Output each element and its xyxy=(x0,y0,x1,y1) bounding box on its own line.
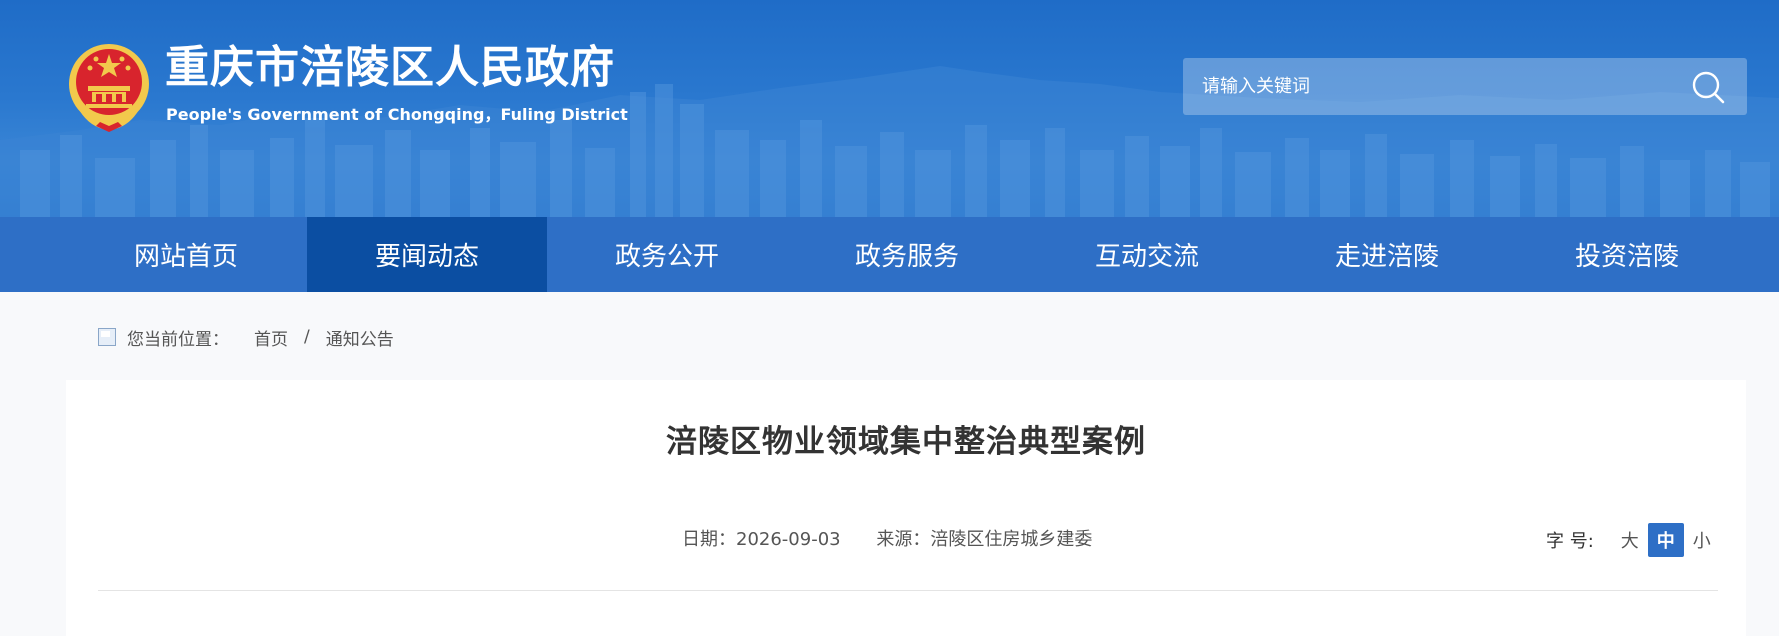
national-emblem-icon xyxy=(69,44,149,132)
font-size-switcher: 字 号: 大 中 小 xyxy=(1546,523,1720,557)
nav-item-gov-open[interactable]: 政务公开 xyxy=(547,217,787,292)
article-card: 涪陵区物业领域集中整治典型案例 日期：2026-09-03 来源：涪陵区住房城乡… xyxy=(66,380,1746,636)
nav-item-interaction[interactable]: 互动交流 xyxy=(1027,217,1267,292)
breadcrumb-home-link[interactable]: 首页 xyxy=(254,325,288,350)
location-icon xyxy=(98,328,116,346)
main-nav: 网站首页 要闻动态 政务公开 政务服务 互动交流 走进涪陵 投资涪陵 xyxy=(0,217,1779,292)
site-header: 重庆市涪陵区人民政府 People's Government of Chongq… xyxy=(0,0,1779,217)
nav-item-about-fuling[interactable]: 走进涪陵 xyxy=(1267,217,1507,292)
font-size-medium-button[interactable]: 中 xyxy=(1647,523,1684,557)
nav-item-invest-fuling[interactable]: 投资涪陵 xyxy=(1507,217,1747,292)
nav-item-home[interactable]: 网站首页 xyxy=(66,217,306,292)
article-source: 来源：涪陵区住房城乡建委 xyxy=(876,529,1093,550)
nav-item-news[interactable]: 要闻动态 xyxy=(307,217,547,292)
article-date: 日期：2026-09-03 xyxy=(682,529,841,550)
font-size-large-button[interactable]: 大 xyxy=(1612,523,1648,557)
breadcrumb: 您当前位置： 首页 / 通知公告 xyxy=(98,324,394,350)
nav-item-gov-service[interactable]: 政务服务 xyxy=(787,217,1027,292)
font-size-small-button[interactable]: 小 xyxy=(1684,523,1720,557)
article-meta: 日期：2026-09-03 来源：涪陵区住房城乡建委 xyxy=(682,525,1092,551)
search-icon[interactable] xyxy=(1691,70,1725,104)
breadcrumb-label: 您当前位置： xyxy=(127,329,229,350)
font-size-label: 字 号: xyxy=(1546,531,1594,552)
search-box xyxy=(1183,58,1747,115)
breadcrumb-notice-link[interactable]: 通知公告 xyxy=(326,325,394,350)
site-subtitle: People's Government of Chongqing，Fuling … xyxy=(166,105,628,124)
search-input[interactable] xyxy=(1183,58,1673,115)
site-title: 重庆市涪陵区人民政府 xyxy=(165,42,615,93)
article-title: 涪陵区物业领域集中整治典型案例 xyxy=(666,424,1146,460)
meta-divider xyxy=(98,590,1718,591)
breadcrumb-separator: / xyxy=(304,327,310,347)
